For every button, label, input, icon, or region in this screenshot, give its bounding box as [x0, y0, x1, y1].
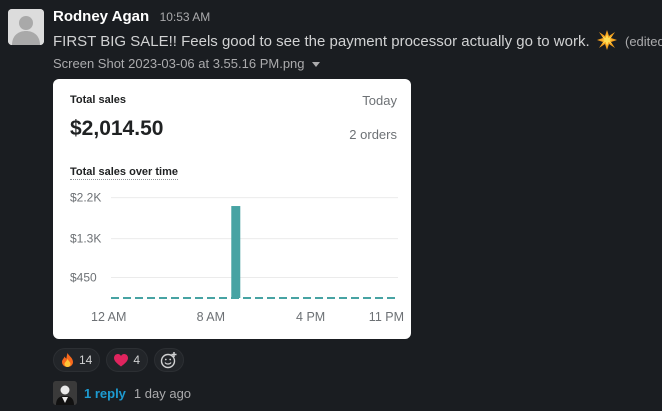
- chevron-down-icon[interactable]: [311, 62, 320, 68]
- reply-avatar: [53, 381, 77, 405]
- collision-emoji-icon: [596, 30, 617, 50]
- message-header: Rodney Agan 10:53 AM: [53, 8, 210, 26]
- reaction-count: 4: [133, 353, 141, 367]
- message-text: FIRST BIG SALE!! Feels good to see the p…: [53, 33, 590, 50]
- last-reply-time: 1 day ago: [133, 385, 192, 401]
- sales-chart: $2.2K $1.3K $450 12 AM 8 AM 4 PM 11 PM: [70, 191, 404, 324]
- reaction-heart[interactable]: 4: [106, 348, 149, 372]
- x-tick-label: 12 AM: [91, 310, 126, 324]
- x-tick-label: 8 AM: [197, 310, 226, 324]
- default-avatar-icon: [8, 9, 44, 45]
- y-tick-label: $450: [70, 270, 97, 284]
- attachment-image[interactable]: Total sales Today $2,014.50 2 orders Tot…: [53, 79, 411, 339]
- attachment-file-name-text: Screen Shot 2023-03-06 at 3.55.16 PM.png: [53, 56, 305, 71]
- edited-label: (edited): [625, 34, 662, 49]
- y-tick-label: $1.3K: [70, 232, 101, 246]
- reaction-fire[interactable]: 14: [53, 348, 101, 372]
- message-timestamp[interactable]: 10:53 AM: [160, 10, 211, 24]
- y-tick-label: $2.2K: [70, 191, 101, 205]
- reaction-count: 14: [79, 353, 93, 367]
- user-avatar-icon: [53, 381, 77, 405]
- thread-replies[interactable]: 1 reply 1 day ago: [53, 381, 191, 405]
- reactions-bar: 14 4: [53, 348, 185, 372]
- message: Rodney Agan 10:53 AM FIRST BIG SALE!! Fe…: [0, 0, 662, 411]
- x-tick-label: 11 PM: [369, 310, 404, 324]
- add-emoji-icon: [160, 352, 177, 369]
- author-avatar[interactable]: [8, 9, 44, 45]
- message-text-line: FIRST BIG SALE!! Feels good to see the p…: [53, 30, 662, 52]
- x-tick-label: 4 PM: [296, 310, 325, 324]
- add-reaction-button[interactable]: [154, 348, 185, 372]
- attachment-file-name[interactable]: Screen Shot 2023-03-06 at 3.55.16 PM.png: [53, 56, 320, 71]
- author-name[interactable]: Rodney Agan: [53, 8, 149, 25]
- reply-count-link[interactable]: 1 reply: [84, 386, 126, 401]
- heart-icon: [114, 353, 129, 366]
- fire-icon: [62, 353, 73, 367]
- sales-bar: [231, 206, 241, 298]
